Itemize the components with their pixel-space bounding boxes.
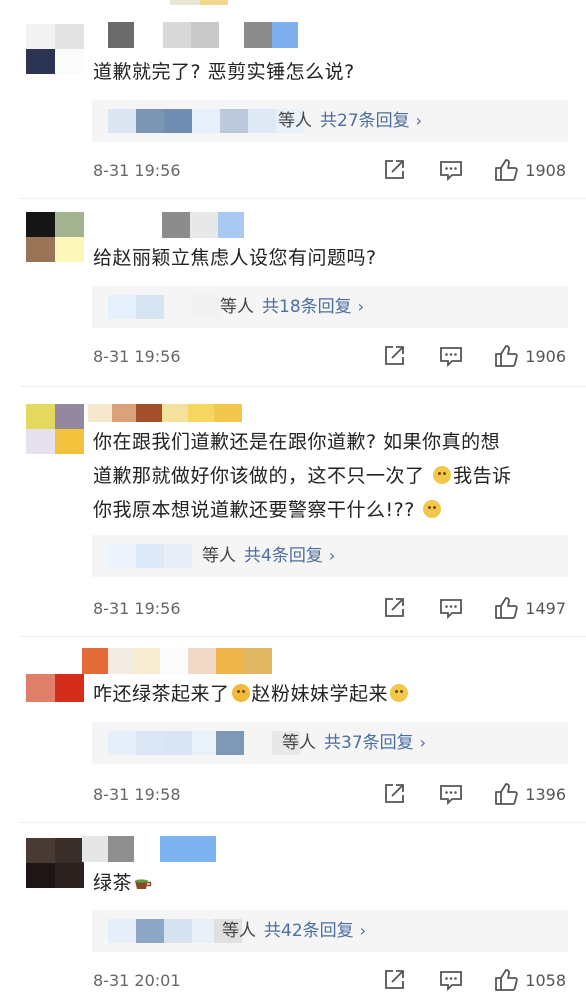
comment-meta: 8-31 19:56 1908 bbox=[93, 157, 566, 187]
share-icon[interactable] bbox=[381, 343, 407, 369]
text-segment: 赵粉妹妹学起来 bbox=[251, 683, 389, 705]
reply-preview[interactable]: 等人 共4条回复 › bbox=[92, 535, 568, 577]
like-count: 1497 bbox=[525, 599, 566, 618]
reply-count-link[interactable]: 共18条回复 bbox=[262, 297, 352, 317]
like-count: 1396 bbox=[525, 785, 566, 804]
avatar[interactable] bbox=[26, 838, 84, 888]
reply-users-label: 等人 bbox=[202, 546, 236, 566]
reply-preview[interactable]: 等人 共27条回复 › bbox=[92, 100, 568, 142]
username-mosaic[interactable] bbox=[82, 648, 358, 676]
smile-emoji bbox=[390, 684, 409, 702]
divider bbox=[20, 636, 586, 637]
avatar[interactable] bbox=[26, 674, 84, 724]
like-count: 1906 bbox=[525, 347, 566, 366]
thumbs-up-icon[interactable] bbox=[493, 781, 519, 807]
text-segment: 你我原本想说道歉还要警察干什么!?? bbox=[93, 499, 415, 521]
chevron-right-icon: › bbox=[357, 297, 365, 316]
comment-icon[interactable] bbox=[438, 157, 464, 183]
crying-emoji bbox=[231, 684, 250, 702]
timestamp: 8-31 19:56 bbox=[93, 347, 181, 366]
avatar[interactable] bbox=[26, 24, 84, 74]
chevron-right-icon: › bbox=[419, 733, 427, 752]
divider bbox=[20, 386, 586, 387]
thumbs-up-icon[interactable] bbox=[493, 343, 519, 369]
comment-text-line: 你我原本想说道歉还要警察干什么!?? bbox=[93, 493, 566, 527]
avatar[interactable] bbox=[26, 404, 84, 454]
text-segment: 绿茶 bbox=[93, 872, 133, 894]
reply-count-link[interactable]: 共42条回复 bbox=[264, 921, 354, 941]
chevron-right-icon: › bbox=[415, 111, 423, 130]
reply-users-label: 等人 bbox=[278, 111, 312, 131]
comment-text-line: 道歉那就做好你该做的，这不只一次了 我告诉 bbox=[93, 459, 566, 493]
thumbs-up-icon[interactable] bbox=[493, 595, 519, 621]
reply-users-label: 等人 bbox=[282, 733, 316, 753]
comment-text-line: 你在跟我们道歉还是在跟你道歉? 如果你真的想 bbox=[93, 431, 501, 453]
tea-cup-emoji bbox=[135, 879, 152, 889]
thumbs-up-icon[interactable] bbox=[493, 157, 519, 183]
divider bbox=[20, 198, 586, 199]
comment-meta: 8-31 19:58 1396 bbox=[93, 781, 566, 811]
reply-count-link[interactable]: 共4条回复 bbox=[244, 546, 323, 566]
timestamp: 8-31 19:56 bbox=[93, 161, 181, 180]
username-mosaic[interactable] bbox=[88, 212, 358, 240]
smile-emoji bbox=[433, 466, 452, 484]
comment-meta: 8-31 19:56 1497 bbox=[93, 595, 566, 625]
share-icon[interactable] bbox=[381, 781, 407, 807]
share-icon[interactable] bbox=[381, 157, 407, 183]
divider bbox=[20, 822, 586, 823]
text-segment: 道歉那就做好你该做的，这不只一次了 bbox=[93, 465, 425, 487]
text-segment: 我告诉 bbox=[453, 465, 512, 487]
share-icon[interactable] bbox=[381, 967, 407, 993]
comment-meta: 8-31 20:01 1058 bbox=[93, 967, 566, 997]
comment-meta: 8-31 19:56 1906 bbox=[93, 343, 566, 373]
comment-icon[interactable] bbox=[438, 781, 464, 807]
text-segment: 咋还绿茶起来了 bbox=[93, 683, 230, 705]
comment-text: 绿茶 bbox=[93, 866, 566, 900]
comment-text: 你在跟我们道歉还是在跟你道歉? 如果你真的想 道歉那就做好你该做的，这不只一次了… bbox=[93, 425, 566, 527]
timestamp: 8-31 19:58 bbox=[93, 785, 181, 804]
comment-icon[interactable] bbox=[438, 343, 464, 369]
avatar[interactable] bbox=[26, 212, 84, 262]
chevron-right-icon: › bbox=[328, 546, 336, 565]
username-mosaic[interactable] bbox=[82, 836, 358, 864]
thumbs-up-icon[interactable] bbox=[493, 967, 519, 993]
share-icon[interactable] bbox=[381, 595, 407, 621]
comment-text: 给赵丽颖立焦虑人设您有问题吗? bbox=[93, 247, 377, 269]
comment-icon[interactable] bbox=[438, 967, 464, 993]
like-count: 1908 bbox=[525, 161, 566, 180]
like-count: 1058 bbox=[525, 971, 566, 990]
reply-preview[interactable]: 等人 共42条回复 › bbox=[92, 910, 568, 952]
reply-count-link[interactable]: 共27条回复 bbox=[320, 111, 410, 131]
reply-users-label: 等人 bbox=[222, 921, 256, 941]
smile-emoji bbox=[423, 500, 442, 518]
chevron-right-icon: › bbox=[359, 921, 367, 940]
username-mosaic[interactable] bbox=[88, 22, 358, 50]
comment-text: 咋还绿茶起来了 赵粉妹妹学起来 bbox=[93, 677, 566, 711]
reply-preview[interactable]: 等人 共37条回复 › bbox=[92, 722, 568, 764]
reply-preview[interactable]: 等人 共18条回复 › bbox=[92, 286, 568, 328]
timestamp: 8-31 19:56 bbox=[93, 599, 181, 618]
reply-count-link[interactable]: 共37条回复 bbox=[324, 733, 414, 753]
timestamp: 8-31 20:01 bbox=[93, 971, 181, 990]
comment-icon[interactable] bbox=[438, 595, 464, 621]
reply-users-label: 等人 bbox=[220, 297, 254, 317]
comment-text: 道歉就完了? 恶剪实锤怎么说? bbox=[93, 61, 355, 83]
